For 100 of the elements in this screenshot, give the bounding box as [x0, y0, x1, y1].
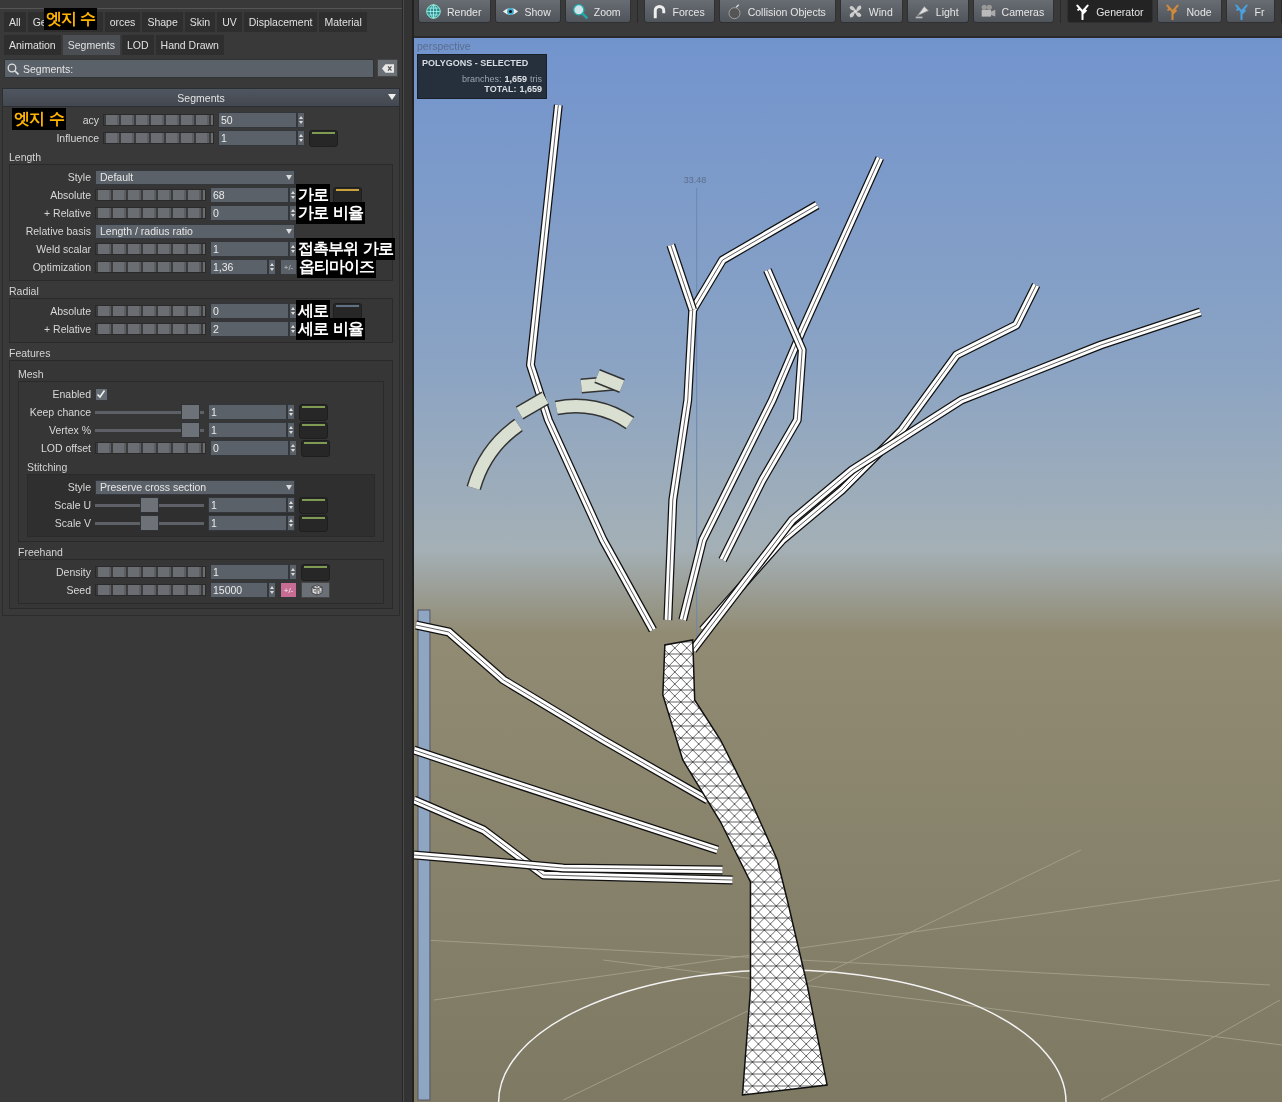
slider[interactable]: [95, 425, 204, 435]
jog-strip[interactable]: [95, 584, 206, 596]
curve-button[interactable]: [301, 439, 330, 457]
slider[interactable]: [95, 407, 204, 417]
group-title: Mesh: [18, 368, 45, 381]
stats-value: 1,659: [519, 84, 542, 94]
tab[interactable]: Shape: [142, 12, 183, 32]
spinner-arrows[interactable]: [287, 497, 295, 513]
number-field[interactable]: 0: [210, 303, 289, 319]
toolbar-button[interactable]: Cameras: [972, 0, 1055, 23]
toggle-button[interactable]: +/-: [280, 259, 297, 275]
tab[interactable]: Skin: [184, 12, 216, 32]
tab[interactable]: Animation: [4, 35, 61, 55]
spinner-arrows[interactable]: [268, 582, 276, 598]
slider[interactable]: [95, 500, 204, 510]
search-field[interactable]: Segments:: [4, 59, 374, 78]
slider-thumb[interactable]: [180, 404, 200, 420]
tab[interactable]: Material: [319, 12, 367, 32]
tab[interactable]: orces: [104, 12, 141, 32]
curve-button[interactable]: [309, 129, 338, 147]
bomb-icon: [725, 3, 743, 20]
dropdown[interactable]: Preserve cross section: [95, 479, 295, 495]
slider-thumb[interactable]: [180, 422, 200, 438]
randomize-button[interactable]: [301, 582, 330, 598]
jog-strip[interactable]: [95, 261, 206, 273]
toggle-button[interactable]: +/-: [280, 582, 297, 598]
jog-strip[interactable]: [95, 305, 206, 317]
measure-label: 33.48: [683, 175, 707, 185]
toolbar-button[interactable]: Light: [906, 0, 969, 23]
search-icon: [571, 3, 589, 20]
toolbar-button[interactable]: Generator: [1067, 0, 1154, 23]
3d-viewport[interactable]: 33.48 perspective POLYGONS - SELECTED branches: 1,659 tris TOTAL: 1,659: [414, 38, 1282, 1102]
jog-strip[interactable]: [103, 132, 214, 144]
tab[interactable]: Hand Drawn: [155, 35, 224, 55]
dropdown[interactable]: Length / radius ratio: [95, 223, 295, 239]
jog-strip[interactable]: [95, 189, 206, 201]
caret-icon: [286, 174, 292, 180]
section-header[interactable]: Segments: [2, 88, 400, 107]
spinner-arrows[interactable]: [287, 515, 295, 531]
number-field[interactable]: 50: [218, 112, 297, 128]
caret-icon: [286, 484, 292, 490]
number-field[interactable]: 1: [210, 241, 289, 257]
toolbar-button[interactable]: Node: [1157, 0, 1222, 23]
group-title: Radial: [9, 285, 40, 298]
curve-button[interactable]: [301, 563, 330, 581]
tab[interactable]: Segments: [62, 35, 120, 55]
field-label: Absolute: [50, 189, 91, 201]
group-title: Freehand: [18, 546, 64, 559]
number-field[interactable]: 1: [218, 130, 297, 146]
jog-strip[interactable]: [95, 566, 206, 578]
slider-thumb[interactable]: [140, 515, 159, 531]
spinner-arrows[interactable]: [297, 112, 305, 128]
jog-strip[interactable]: [95, 442, 206, 454]
jog-strip[interactable]: [95, 243, 206, 255]
number-field[interactable]: 1: [208, 404, 287, 420]
curve-button[interactable]: [299, 403, 328, 421]
jog-strip[interactable]: [95, 323, 206, 335]
number-field[interactable]: 1: [208, 497, 287, 513]
toolbar-button[interactable]: Zoom: [564, 0, 631, 23]
number-field[interactable]: 1: [208, 515, 287, 531]
number-field[interactable]: 0: [210, 205, 289, 221]
dropdown[interactable]: Default: [95, 169, 295, 185]
caret-icon: [286, 228, 292, 234]
number-field[interactable]: 2: [210, 321, 289, 337]
jog-strip[interactable]: [103, 114, 214, 126]
toolbar-button[interactable]: Wind: [839, 0, 903, 23]
curve-button[interactable]: [299, 514, 328, 532]
curve-button[interactable]: [299, 496, 328, 514]
lamp-icon: [913, 3, 931, 20]
spinner-arrows[interactable]: [287, 422, 295, 438]
rotate-gizmo-drawing[interactable]: [466, 369, 634, 491]
number-field[interactable]: 0: [210, 440, 289, 456]
search-icon: [7, 62, 19, 75]
toolbar-button[interactable]: Show: [495, 0, 561, 23]
stats-value: 1,659: [504, 74, 527, 84]
toolbar-button[interactable]: Fr: [1225, 0, 1275, 23]
slider[interactable]: [95, 518, 204, 528]
toolbar-button[interactable]: Forces: [643, 0, 715, 23]
jog-strip[interactable]: [95, 207, 206, 219]
tab[interactable]: LOD: [122, 35, 154, 55]
slider-thumb[interactable]: [140, 497, 159, 513]
toolbar-button[interactable]: Collision Objects: [718, 0, 836, 23]
number-field[interactable]: 15000: [210, 582, 268, 598]
number-field[interactable]: 1: [210, 564, 289, 580]
spinner-arrows[interactable]: [287, 404, 295, 420]
spinner-arrows[interactable]: [289, 564, 297, 580]
toolbar-button[interactable]: Render: [418, 0, 492, 23]
clear-button[interactable]: [377, 59, 398, 77]
number-field[interactable]: 68: [210, 187, 289, 203]
checkbox[interactable]: [95, 387, 108, 401]
field-label: Weld scalar: [36, 243, 91, 255]
tab[interactable]: All: [4, 12, 26, 32]
spinner-arrows[interactable]: [268, 259, 276, 275]
curve-button[interactable]: [299, 421, 328, 439]
tab[interactable]: Displacement: [243, 12, 318, 32]
number-field[interactable]: 1,36: [210, 259, 268, 275]
spinner-arrows[interactable]: [297, 130, 305, 146]
number-field[interactable]: 1: [208, 422, 287, 438]
tab[interactable]: UV: [217, 12, 242, 32]
spinner-arrows[interactable]: [289, 440, 297, 456]
